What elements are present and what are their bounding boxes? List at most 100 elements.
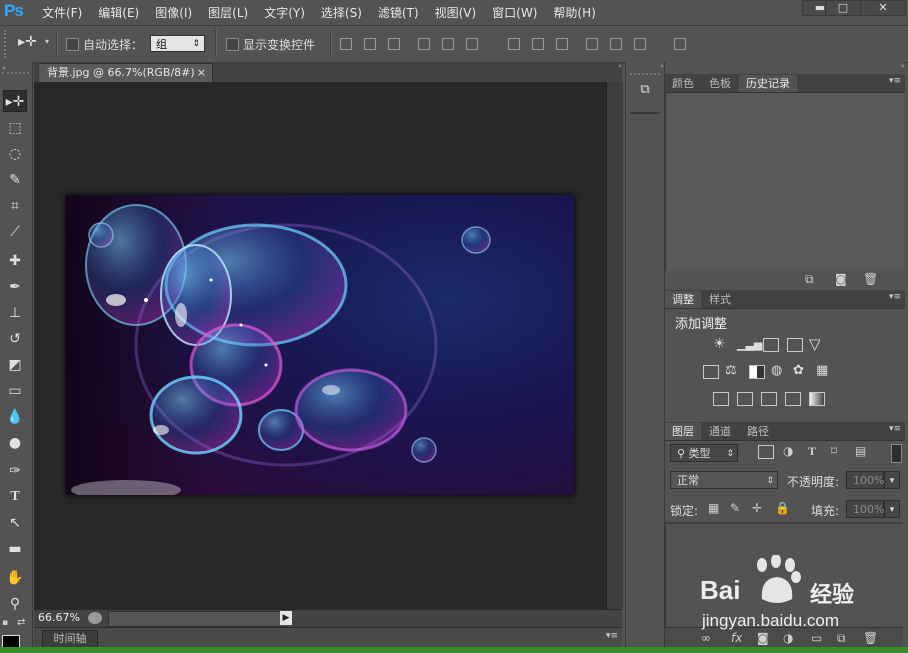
tab-adjustments[interactable]: 调整: [665, 291, 701, 308]
distribute-hcenter-icon[interactable]: [610, 38, 622, 50]
auto-select-checkbox[interactable]: [66, 38, 79, 51]
expand-dock-icon[interactable]: «: [626, 62, 664, 70]
fill-dropdown-icon[interactable]: ▾: [884, 500, 900, 518]
auto-select-dropdown[interactable]: 组 ⇕: [150, 35, 205, 52]
menu-item-7[interactable]: 视图(V): [435, 4, 485, 22]
layer-filter-dropdown[interactable]: ⚲ 类型 ⇕: [670, 444, 738, 462]
tab-swatches[interactable]: 色板: [702, 75, 738, 92]
hue-saturation-icon[interactable]: [703, 365, 719, 379]
distribute-top-icon[interactable]: [508, 38, 520, 50]
gradient-tool-icon[interactable]: ▭: [3, 380, 27, 402]
panel-menu-icon[interactable]: ▾≡: [889, 76, 901, 86]
dock-collapse-icon[interactable]: »: [665, 62, 905, 73]
shape-tool-icon[interactable]: ▬: [3, 538, 27, 560]
filter-toggle[interactable]: [891, 444, 902, 463]
panel-menu-icon[interactable]: ▾≡: [889, 292, 901, 302]
tab-channels[interactable]: 通道: [702, 423, 738, 440]
gradient-map-icon[interactable]: [785, 392, 801, 406]
opacity-input[interactable]: 100%: [846, 471, 884, 489]
zoom-level[interactable]: 66.67%: [38, 611, 80, 624]
menu-item-1[interactable]: 编辑(E): [98, 4, 147, 22]
posterize-icon[interactable]: [737, 392, 753, 406]
move-tool-preset-icon[interactable]: ▸✛: [18, 34, 37, 50]
tab-styles[interactable]: 样式: [702, 291, 738, 308]
tab-color[interactable]: 颜色: [665, 75, 701, 92]
color-lookup-icon[interactable]: ▦: [816, 363, 828, 378]
menu-item-2[interactable]: 图像(I): [155, 4, 200, 22]
lock-transparent-icon[interactable]: ▦: [708, 501, 719, 515]
3d-icon[interactable]: ⧉: [632, 82, 658, 104]
panel-menu-icon[interactable]: ▾≡: [889, 424, 901, 434]
curves-icon[interactable]: [763, 338, 779, 352]
marquee-tool-icon[interactable]: ⬚: [3, 117, 27, 139]
filter-shape-icon[interactable]: ⌑: [831, 444, 837, 458]
distribute-left-icon[interactable]: [586, 38, 598, 50]
timeline-tab[interactable]: 时间轴: [42, 630, 98, 648]
align-right-icon[interactable]: [466, 38, 478, 50]
default-colors-icon[interactable]: ▪: [2, 618, 8, 628]
distribute-right-icon[interactable]: [634, 38, 646, 50]
menu-item-0[interactable]: 文件(F): [42, 4, 90, 22]
eyedropper-tool-icon[interactable]: ⟋: [3, 221, 27, 243]
menu-item-9[interactable]: 帮助(H): [553, 4, 603, 22]
type-tool-icon[interactable]: T: [3, 486, 27, 508]
opacity-dropdown-icon[interactable]: ▾: [884, 471, 900, 489]
menu-item-6[interactable]: 滤镜(T): [378, 4, 427, 22]
zoom-tool-icon[interactable]: ⚲: [3, 593, 27, 615]
healing-brush-tool-icon[interactable]: ✚: [3, 250, 27, 272]
brush-tool-icon[interactable]: ✒: [3, 276, 27, 298]
threshold-icon[interactable]: [761, 392, 777, 406]
new-snapshot-icon[interactable]: ⧉: [805, 272, 814, 287]
doc-info-icon[interactable]: [88, 612, 102, 624]
color-balance-icon[interactable]: ⚖: [725, 363, 737, 378]
pen-tool-icon[interactable]: ✑: [3, 460, 27, 482]
photo-filter-icon[interactable]: ◍: [771, 363, 782, 378]
canvas-image[interactable]: [66, 195, 574, 495]
align-vcenter-icon[interactable]: [364, 38, 376, 50]
blend-mode-dropdown[interactable]: 正常 ⇕: [670, 471, 778, 489]
vibrance-icon[interactable]: ▽: [809, 335, 821, 353]
dodge-tool-icon[interactable]: ●: [3, 432, 27, 454]
maximize-button[interactable]: □: [825, 0, 861, 16]
document-tab[interactable]: 背景.jpg @ 66.7%(RGB/8#) ×: [38, 63, 213, 82]
quick-select-tool-icon[interactable]: ✎: [3, 169, 27, 191]
tab-paths[interactable]: 路径: [740, 423, 776, 440]
hand-tool-icon[interactable]: ✋: [3, 567, 27, 589]
align-bottom-icon[interactable]: [388, 38, 400, 50]
fill-input[interactable]: 100%: [846, 500, 884, 518]
eraser-tool-icon[interactable]: ◩: [3, 354, 27, 376]
camera-icon[interactable]: ◙: [835, 272, 847, 286]
brightness-icon[interactable]: ☀: [713, 336, 726, 352]
history-brush-tool-icon[interactable]: ↺: [3, 328, 27, 350]
distribute-vcenter-icon[interactable]: [532, 38, 544, 50]
move-tool-icon[interactable]: ▸✛: [3, 90, 27, 112]
menu-item-4[interactable]: 文字(Y): [264, 4, 313, 22]
tab-history[interactable]: 历史记录: [739, 75, 797, 92]
tab-layers[interactable]: 图层: [665, 423, 701, 440]
invert-icon[interactable]: [713, 392, 729, 406]
align-hcenter-icon[interactable]: [442, 38, 454, 50]
channel-mixer-icon[interactable]: ✿: [793, 363, 804, 378]
filter-type-icon[interactable]: T: [808, 444, 816, 459]
close-tab-icon[interactable]: ×: [197, 64, 206, 82]
lock-pixels-icon[interactable]: ✎: [730, 501, 740, 515]
distribute-bottom-icon[interactable]: [556, 38, 568, 50]
exposure-icon[interactable]: [787, 338, 803, 352]
show-transform-checkbox[interactable]: [226, 38, 239, 51]
close-button[interactable]: ✕: [860, 0, 906, 16]
auto-align-icon[interactable]: [674, 38, 686, 50]
stamp-tool-icon[interactable]: ⊥: [3, 302, 27, 324]
lock-position-icon[interactable]: ✛: [752, 501, 762, 515]
scroll-right-icon[interactable]: ▶: [280, 611, 292, 625]
filter-smart-object-icon[interactable]: ▤: [855, 444, 866, 458]
align-top-icon[interactable]: [340, 38, 352, 50]
levels-icon[interactable]: ▁▃▅: [737, 338, 762, 351]
menu-item-3[interactable]: 图层(L): [208, 4, 256, 22]
trash-icon[interactable]: 🗑: [863, 272, 878, 286]
lock-all-icon[interactable]: 🔒: [775, 501, 790, 515]
selective-color-icon[interactable]: [809, 392, 825, 406]
menu-item-5[interactable]: 选择(S): [321, 4, 370, 22]
menu-item-8[interactable]: 窗口(W): [492, 4, 545, 22]
collapse-icon[interactable]: »: [0, 64, 33, 72]
path-select-tool-icon[interactable]: ↖: [3, 512, 27, 534]
